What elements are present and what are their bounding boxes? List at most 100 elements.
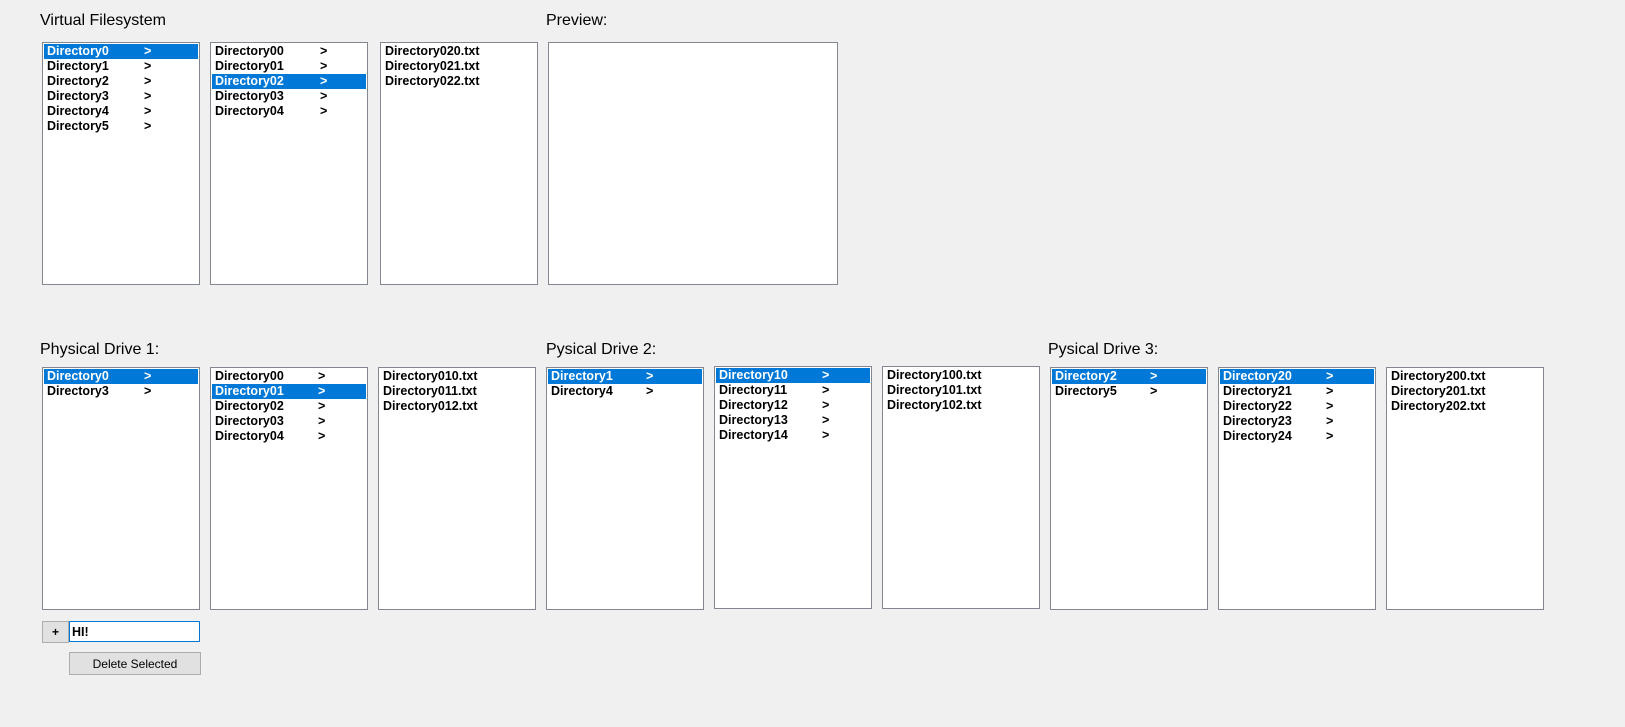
delete-selected-button[interactable]: Delete Selected: [69, 652, 201, 675]
item-label: Directory011.txt: [383, 384, 477, 398]
chevron-right-icon: >: [318, 399, 326, 413]
physical-drive-2-label: Pysical Drive 2:: [546, 341, 657, 358]
item-label: Directory3: [47, 384, 109, 398]
item-label: Directory012.txt: [383, 399, 478, 413]
item-label: Directory20: [1223, 369, 1292, 383]
folder-list-item[interactable]: Directory04 >: [212, 429, 366, 444]
file-list-item[interactable]: Directory100.txt: [884, 368, 1038, 383]
item-label: Directory13: [719, 413, 788, 427]
item-label: Directory101.txt: [887, 383, 982, 397]
folder-list-item[interactable]: Directory00 >: [212, 44, 366, 59]
folder-list-item[interactable]: Directory4 >: [548, 384, 702, 399]
add-button[interactable]: +: [42, 621, 69, 643]
folder-list-item[interactable]: Directory24 >: [1220, 429, 1374, 444]
folder-list-item[interactable]: Directory1 >: [44, 59, 198, 74]
folder-list-item[interactable]: Directory1 >: [548, 369, 702, 384]
folder-list-item[interactable]: Directory02 >: [212, 74, 366, 89]
file-list-item[interactable]: Directory020.txt: [382, 44, 536, 59]
folder-list-item[interactable]: Directory5 >: [1052, 384, 1206, 399]
folder-list-item[interactable]: Directory03 >: [212, 89, 366, 104]
chevron-right-icon: >: [318, 414, 326, 428]
chevron-right-icon: >: [1326, 384, 1334, 398]
chevron-right-icon: >: [1326, 429, 1334, 443]
item-label: Directory1: [47, 59, 109, 73]
folder-list-item[interactable]: Directory2 >: [1052, 369, 1206, 384]
drive1-file-list[interactable]: Directory010.txt Directory011.txt Director…: [378, 367, 536, 610]
drive3-file-list[interactable]: Directory200.txt Directory201.txt Director…: [1386, 367, 1544, 610]
file-list-item[interactable]: Directory011.txt: [380, 384, 534, 399]
item-label: Directory200.txt: [1391, 369, 1486, 383]
chevron-right-icon: >: [320, 89, 328, 103]
drive2-dir-list-2[interactable]: Directory10 > Directory11 > Directory12 > Dire…: [714, 366, 872, 609]
item-label: Directory11: [719, 383, 788, 397]
folder-list-item[interactable]: Directory0 >: [44, 369, 198, 384]
item-label: Directory100.txt: [887, 368, 982, 382]
virtual-dir-list-1[interactable]: Directory0 > Directory1 > Directory2 > Directo…: [42, 42, 200, 285]
item-label: Directory00: [215, 44, 284, 58]
item-label: Directory14: [719, 428, 788, 442]
chevron-right-icon: >: [822, 368, 830, 382]
file-list-item[interactable]: Directory022.txt: [382, 74, 536, 89]
item-label: Directory00: [215, 369, 284, 383]
folder-list-item[interactable]: Directory3 >: [44, 384, 198, 399]
folder-list-item[interactable]: Directory11 >: [716, 383, 870, 398]
item-label: Directory010.txt: [383, 369, 478, 383]
drive3-dir-list-2[interactable]: Directory20 > Directory21 > Directory22 > Dire…: [1218, 367, 1376, 610]
drive2-dir-list-1[interactable]: Directory1 > Directory4 >: [546, 367, 704, 610]
chevron-right-icon: >: [1326, 414, 1334, 428]
new-item-input[interactable]: [69, 621, 200, 642]
item-label: Directory020.txt: [385, 44, 480, 58]
physical-drive-3-label: Pysical Drive 3:: [1048, 341, 1159, 358]
folder-list-item[interactable]: Directory0 >: [44, 44, 198, 59]
folder-list-item[interactable]: Directory23 >: [1220, 414, 1374, 429]
folder-list-item[interactable]: Directory12 >: [716, 398, 870, 413]
folder-list-item[interactable]: Directory5 >: [44, 119, 198, 134]
folder-list-item[interactable]: Directory22 >: [1220, 399, 1374, 414]
file-list-item[interactable]: Directory021.txt: [382, 59, 536, 74]
chevron-right-icon: >: [144, 119, 152, 133]
item-label: Directory2: [47, 74, 109, 88]
drive1-dir-list-1[interactable]: Directory0 > Directory3 >: [42, 367, 200, 610]
folder-list-item[interactable]: Directory02 >: [212, 399, 366, 414]
chevron-right-icon: >: [144, 369, 152, 383]
folder-list-item[interactable]: Directory20 >: [1220, 369, 1374, 384]
folder-list-item[interactable]: Directory03 >: [212, 414, 366, 429]
folder-list-item[interactable]: Directory13 >: [716, 413, 870, 428]
item-label: Directory4: [551, 384, 613, 398]
file-list-item[interactable]: Directory200.txt: [1388, 369, 1542, 384]
folder-list-item[interactable]: Directory01 >: [212, 59, 366, 74]
folder-list-item[interactable]: Directory10 >: [716, 368, 870, 383]
folder-list-item[interactable]: Directory04 >: [212, 104, 366, 119]
drive1-dir-list-2[interactable]: Directory00 > Directory01 > Directory02 > Dire…: [210, 367, 368, 610]
drive3-dir-list-1[interactable]: Directory2 > Directory5 >: [1050, 367, 1208, 610]
file-list-item[interactable]: Directory102.txt: [884, 398, 1038, 413]
folder-list-item[interactable]: Directory21 >: [1220, 384, 1374, 399]
drive2-file-list[interactable]: Directory100.txt Directory101.txt Director…: [882, 366, 1040, 609]
item-label: Directory22: [1223, 399, 1292, 413]
folder-list-item[interactable]: Directory14 >: [716, 428, 870, 443]
virtual-dir-list-2[interactable]: Directory00 > Directory01 > Directory02 > Dire…: [210, 42, 368, 285]
chevron-right-icon: >: [144, 74, 152, 88]
chevron-right-icon: >: [144, 59, 152, 73]
folder-list-item[interactable]: Directory4 >: [44, 104, 198, 119]
item-label: Directory02: [215, 399, 284, 413]
file-list-item[interactable]: Directory101.txt: [884, 383, 1038, 398]
chevron-right-icon: >: [320, 44, 328, 58]
item-label: Directory5: [47, 119, 109, 133]
item-label: Directory2: [1055, 369, 1117, 383]
folder-list-item[interactable]: Directory00 >: [212, 369, 366, 384]
file-list-item[interactable]: Directory012.txt: [380, 399, 534, 414]
chevron-right-icon: >: [318, 369, 326, 383]
folder-list-item[interactable]: Directory2 >: [44, 74, 198, 89]
item-label: Directory04: [215, 104, 284, 118]
file-list-item[interactable]: Directory201.txt: [1388, 384, 1542, 399]
preview-label: Preview:: [546, 12, 608, 29]
file-list-item[interactable]: Directory202.txt: [1388, 399, 1542, 414]
item-label: Directory5: [1055, 384, 1117, 398]
item-label: Directory21: [1223, 384, 1292, 398]
chevron-right-icon: >: [646, 384, 654, 398]
folder-list-item[interactable]: Directory3 >: [44, 89, 198, 104]
virtual-file-list[interactable]: Directory020.txt Directory021.txt Director…: [380, 42, 538, 285]
file-list-item[interactable]: Directory010.txt: [380, 369, 534, 384]
folder-list-item[interactable]: Directory01 >: [212, 384, 366, 399]
